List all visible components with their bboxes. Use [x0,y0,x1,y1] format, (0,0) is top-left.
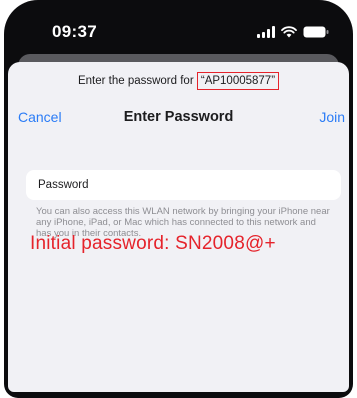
password-label: Password [38,179,89,191]
prompt-text: Enter the password for [77,75,194,87]
password-input[interactable] [96,178,341,192]
join-button[interactable]: Join [319,109,345,125]
battery-icon [303,26,329,38]
status-icons [257,26,329,38]
password-prompt: Enter the password for “AP10005877” [8,72,349,90]
phone-screen: 09:37 Enter the password for “AP10005877… [4,0,353,398]
password-field[interactable]: Password [26,170,341,200]
wifi-icon [281,26,297,38]
status-time: 09:37 [52,22,97,41]
status-bar: 09:37 [4,0,353,60]
network-name: “AP10005877” [196,72,280,90]
initial-password-annotation: Initial password: SN2008@+ [30,233,276,254]
cellular-signal-icon [257,26,275,38]
page-title: Enter Password [123,109,234,125]
enter-password-sheet: Enter the password for “AP10005877” Canc… [8,62,349,392]
navigation-bar: Cancel Enter Password Join [8,106,349,130]
